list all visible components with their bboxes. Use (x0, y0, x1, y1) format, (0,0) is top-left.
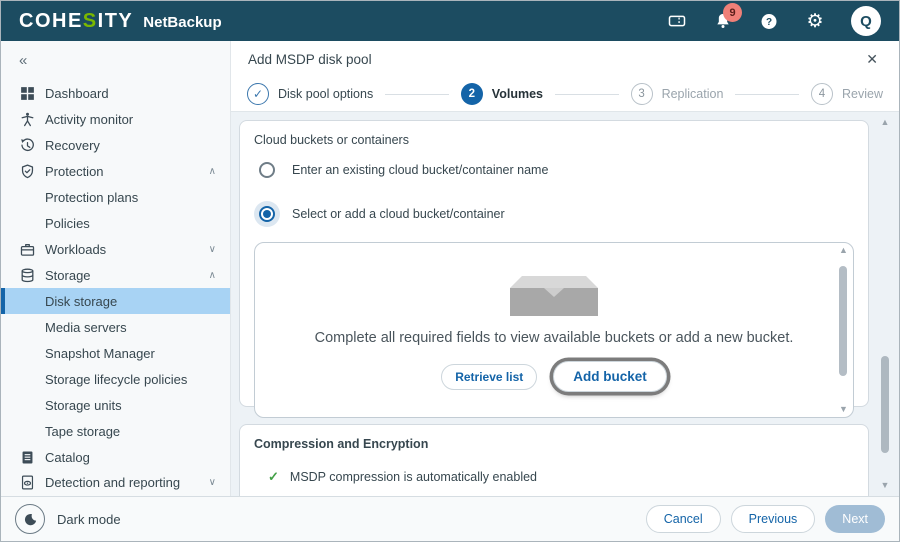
moon-icon (15, 504, 45, 534)
step-check-icon: ✓ (247, 83, 269, 105)
empty-bucket-icon (510, 268, 598, 318)
catalog-icon (17, 449, 37, 466)
product-name: NetBackup (143, 14, 221, 31)
retrieve-list-button[interactable]: Retrieve list (441, 364, 537, 390)
dialog-title: Add MSDP disk pool (248, 52, 372, 67)
previous-button[interactable]: Previous (731, 505, 816, 533)
step-volumes[interactable]: 2 Volumes (461, 83, 543, 105)
radio-row-select-bucket: Select or add a cloud bucket/container (254, 201, 854, 227)
sidebar-item-storage-units[interactable]: Storage units (1, 392, 230, 418)
storage-icon (17, 267, 37, 284)
top-bar: COHESITY NetBackup 9 ? ⚙ Q (1, 1, 899, 41)
step-review[interactable]: 4 Review (811, 83, 883, 105)
sidebar-item-media-servers[interactable]: Media servers (1, 314, 230, 340)
chevron-down-icon[interactable]: ∨ (209, 477, 216, 488)
recovery-icon (17, 137, 37, 154)
collapse-icon: « (19, 52, 27, 69)
radio-existing-bucket[interactable] (254, 157, 280, 183)
app-window: COHESITY NetBackup 9 ? ⚙ Q « (0, 0, 900, 542)
step-connector (735, 94, 799, 95)
compression-title: Compression and Encryption (254, 437, 854, 451)
sidebar-item-activity-monitor[interactable]: Activity monitor (1, 107, 230, 133)
compression-status-row: ✓ MSDP compression is automatically enab… (254, 469, 854, 485)
check-icon: ✓ (268, 469, 279, 485)
radio-row-existing-bucket: Enter an existing cloud bucket/container… (254, 157, 854, 183)
scroll-down-icon[interactable]: ▼ (881, 481, 890, 490)
sidebar-item-storage-lifecycle-policies[interactable]: Storage lifecycle policies (1, 366, 230, 392)
brand-logo: COHESITY NetBackup (19, 10, 222, 33)
next-button[interactable]: Next (825, 505, 885, 533)
step-connector (385, 94, 449, 95)
sidebar-item-disk-storage[interactable]: Disk storage (1, 288, 230, 314)
sidebar-item-snapshot-manager[interactable]: Snapshot Manager (1, 340, 230, 366)
svg-text:?: ? (766, 17, 772, 28)
sidebar-nav: « Dashboard Activity monitor Recovery Pr… (1, 41, 231, 496)
scroll-down-icon[interactable]: ▼ (839, 405, 848, 414)
sidebar-item-protection-plans[interactable]: Protection plans (1, 185, 230, 211)
dialog-header: Add MSDP disk pool ✕ (231, 41, 899, 77)
dark-mode-toggle[interactable]: Dark mode (15, 504, 121, 534)
cancel-button[interactable]: Cancel (646, 505, 721, 533)
dashboard-icon (17, 85, 37, 102)
sidebar-item-dashboard[interactable]: Dashboard (1, 81, 230, 107)
sidebar-item-protection[interactable]: Protection ∧ (1, 159, 230, 185)
sidebar-item-catalog[interactable]: Catalog (1, 444, 230, 470)
bucket-list-panel: Complete all required fields to view ava… (254, 242, 854, 418)
footer-bar: Dark mode Cancel Previous Next (1, 496, 899, 541)
settings-gear-icon[interactable]: ⚙ (805, 11, 825, 31)
sidebar-item-policies[interactable]: Policies (1, 211, 230, 237)
sidebar-item-storage[interactable]: Storage ∧ (1, 262, 230, 288)
activity-monitor-icon (17, 111, 37, 128)
wizard-content: Cloud buckets or containers Enter an exi… (231, 112, 899, 496)
chevron-up-icon[interactable]: ∧ (209, 166, 216, 177)
wizard-panel: Add MSDP disk pool ✕ ✓ Disk pool options… (231, 41, 899, 496)
cohesity-logo: COHESITY (19, 10, 133, 33)
wizard-stepper: ✓ Disk pool options 2 Volumes 3 Replicat… (231, 77, 899, 112)
help-icon[interactable]: ? (759, 11, 779, 31)
sidebar-item-detection-and-reporting[interactable]: Detection and reporting ∨ (1, 470, 230, 496)
step-replication[interactable]: 3 Replication (631, 83, 724, 105)
content-scrollbar[interactable]: ▲ ▼ (878, 118, 892, 490)
radio-select-bucket[interactable] (254, 201, 280, 227)
scroll-up-icon[interactable]: ▲ (881, 118, 890, 127)
scroll-up-icon[interactable]: ▲ (839, 246, 848, 255)
sidebar-item-tape-storage[interactable]: Tape storage (1, 418, 230, 444)
sidebar-collapse-button[interactable]: « (1, 41, 230, 81)
user-avatar[interactable]: Q (851, 6, 881, 36)
protection-shield-icon (17, 163, 37, 180)
close-icon[interactable]: ✕ (862, 49, 882, 70)
content-scrollbar-thumb[interactable] (881, 356, 889, 453)
chevron-down-icon[interactable]: ∨ (209, 244, 216, 255)
chevron-up-icon[interactable]: ∧ (209, 270, 216, 281)
notifications-bell-icon[interactable]: 9 (713, 11, 733, 31)
add-bucket-button[interactable]: Add bucket (553, 361, 667, 392)
ticket-icon[interactable] (667, 11, 687, 31)
inner-scrollbar[interactable]: ▲ ▼ (837, 246, 850, 414)
cloud-buckets-title: Cloud buckets or containers (254, 133, 854, 147)
sidebar-item-recovery[interactable]: Recovery (1, 133, 230, 159)
compression-encryption-card: Compression and Encryption ✓ MSDP compre… (239, 424, 869, 496)
sidebar-item-workloads[interactable]: Workloads ∨ (1, 237, 230, 263)
notification-badge: 9 (723, 3, 742, 22)
cloud-buckets-card: Cloud buckets or containers Enter an exi… (239, 120, 869, 407)
step-connector (555, 94, 619, 95)
empty-state-message: Complete all required fields to view ava… (315, 330, 794, 346)
step-disk-pool-options[interactable]: ✓ Disk pool options (247, 83, 373, 105)
detection-reporting-icon (17, 474, 37, 491)
inner-scrollbar-thumb[interactable] (839, 266, 847, 376)
workloads-icon (17, 241, 37, 258)
